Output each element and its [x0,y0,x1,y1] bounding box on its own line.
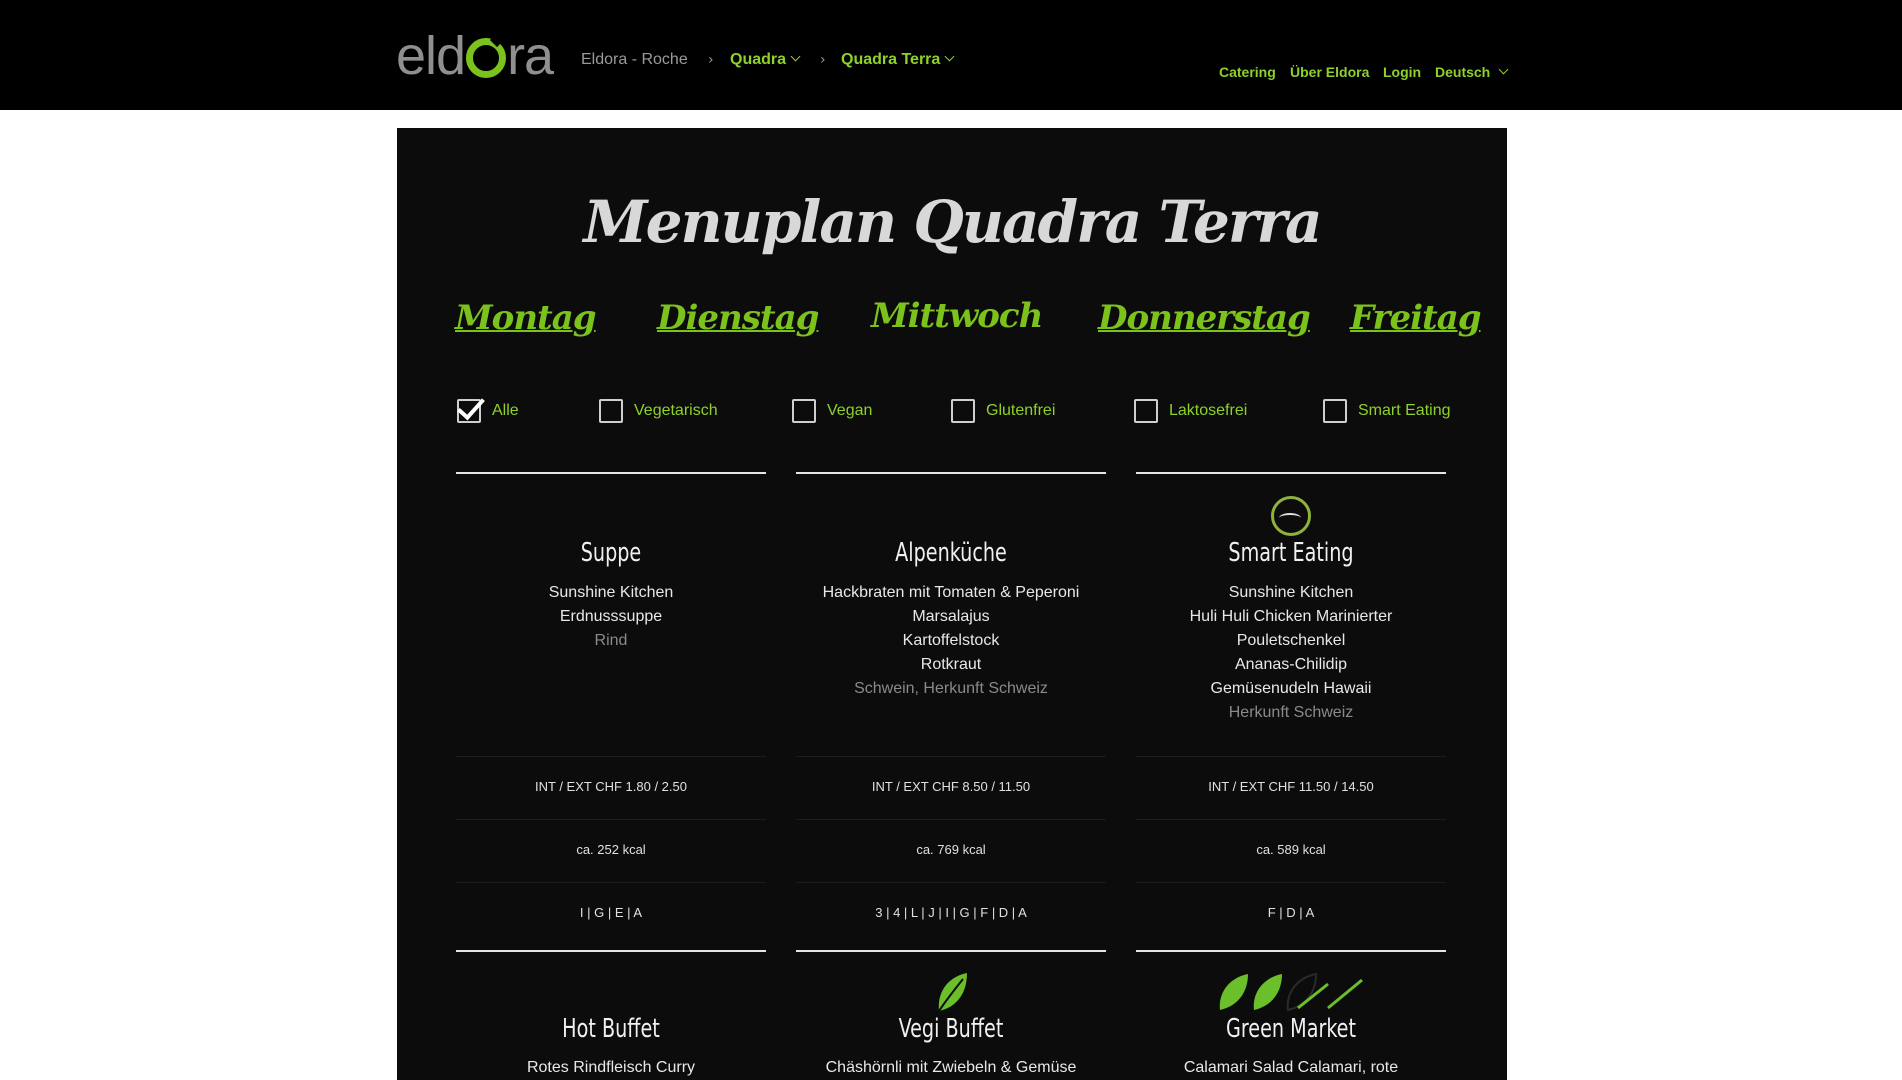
divider [456,472,766,474]
calories: ca. 252 kcal [576,842,646,857]
price: INT / EXT CHF 1.80 / 2.50 [535,779,687,794]
filter-alle[interactable]: Alle [457,396,519,426]
price: INT / EXT CHF 11.50 / 14.50 [1208,779,1374,794]
divider [456,950,766,952]
leaf-rating-icon [1219,972,1363,1012]
logo-text: eld ra [396,26,554,86]
menu-card-alpenkueche: Alpenküche Hackbraten mit Tomaten & Pepe… [796,472,1106,1080]
checkbox-icon[interactable] [792,399,816,423]
dish-description: Rotes Rindfleisch Curry [526,1059,696,1076]
calories: ca. 769 kcal [916,842,986,857]
checkbox-icon[interactable] [1323,399,1347,423]
allergens: 3 | 4 | L | J | I | G | F | D | A [875,905,1027,920]
divider [1136,950,1446,952]
divider [796,950,1106,952]
price: INT / EXT CHF 8.50 / 11.50 [871,779,1031,794]
allergens: F | D | A [1267,905,1315,920]
dish-description: Chäshörnli mit Zwiebeln & Gemüse [825,1059,1077,1076]
breadcrumb-quadra-terra[interactable]: Quadra Terra [841,51,955,69]
allergens: I | G | E | A [579,905,643,920]
breadcrumb-quadra[interactable]: Quadra [730,51,801,69]
filter-laktosefrei[interactable]: Laktosefrei [1134,396,1247,426]
breadcrumb-eldora-roche[interactable]: Eldora - Roche [581,51,688,69]
filter-vegetarisch[interactable]: Vegetarisch [599,396,718,426]
page-title: Menuplan Quadra Terra [583,188,1322,256]
category-title: Alpenküche [895,538,1007,568]
menu-panel: Menuplan Quadra Terra Montag Dienstag Mi… [397,128,1507,1080]
category-title: Green Market [1226,1014,1356,1044]
dish-description: Sunshine Kitchen Huli Huli Chicken Marin… [1189,584,1393,721]
category-title: Hot Buffet [562,1014,660,1044]
menu-card-suppe: Suppe Sunshine Kitchen Erdnusssuppe Rind… [456,472,766,1080]
checkbox-icon[interactable] [1134,399,1158,423]
category-title: Smart Eating [1228,538,1354,568]
calories: ca. 589 kcal [1256,842,1326,857]
chevron-down-icon [1498,64,1509,75]
category-title: Vegi Buffet [898,1014,1004,1044]
dish-description: Calamari Salad Calamari, rote [1183,1059,1399,1076]
smart-eating-icon [1271,496,1311,536]
leaf-icon [938,973,967,1012]
chevron-down-icon [790,51,801,62]
checkbox-icon[interactable] [599,399,623,423]
tab-freitag[interactable]: Freitag [1350,298,1482,338]
tab-montag[interactable]: Montag [455,298,597,338]
nav-ueber-eldora[interactable]: Über Eldora [1290,64,1369,80]
filter-glutenfrei[interactable]: Glutenfrei [951,396,1055,426]
checkbox-checked-icon[interactable] [457,399,481,423]
dish-description: Sunshine Kitchen Erdnusssuppe Rind [548,584,674,649]
nav-catering[interactable]: Catering [1219,64,1276,80]
nav-login[interactable]: Login [1383,64,1421,80]
chevron-right-icon: › [708,52,714,68]
menu-card-smart-eating: Smart Eating Sunshine Kitchen Huli Huli … [1136,472,1446,1080]
filter-smart-eating[interactable]: Smart Eating [1323,396,1450,426]
language-select[interactable]: Deutsch [1435,64,1509,80]
filter-vegan[interactable]: Vegan [792,396,872,426]
checkbox-icon[interactable] [951,399,975,423]
tab-dienstag[interactable]: Dienstag [657,298,819,338]
top-navigation-bar: eld ra Eldora - Roche › Quadra › Quadra T… [0,0,1902,110]
divider [796,472,1106,474]
eldora-logo[interactable]: eld ra [396,26,554,86]
dish-description: Hackbraten mit Tomaten & Peperoni Marsal… [822,584,1080,697]
chevron-down-icon [944,51,955,62]
chevron-right-icon: › [820,52,826,68]
tab-donnerstag[interactable]: Donnerstag [1098,298,1311,338]
divider [1136,472,1446,474]
tab-mittwoch[interactable]: Mittwoch [871,296,1043,336]
category-title: Suppe [580,538,642,568]
logo-ring-icon [466,38,507,78]
